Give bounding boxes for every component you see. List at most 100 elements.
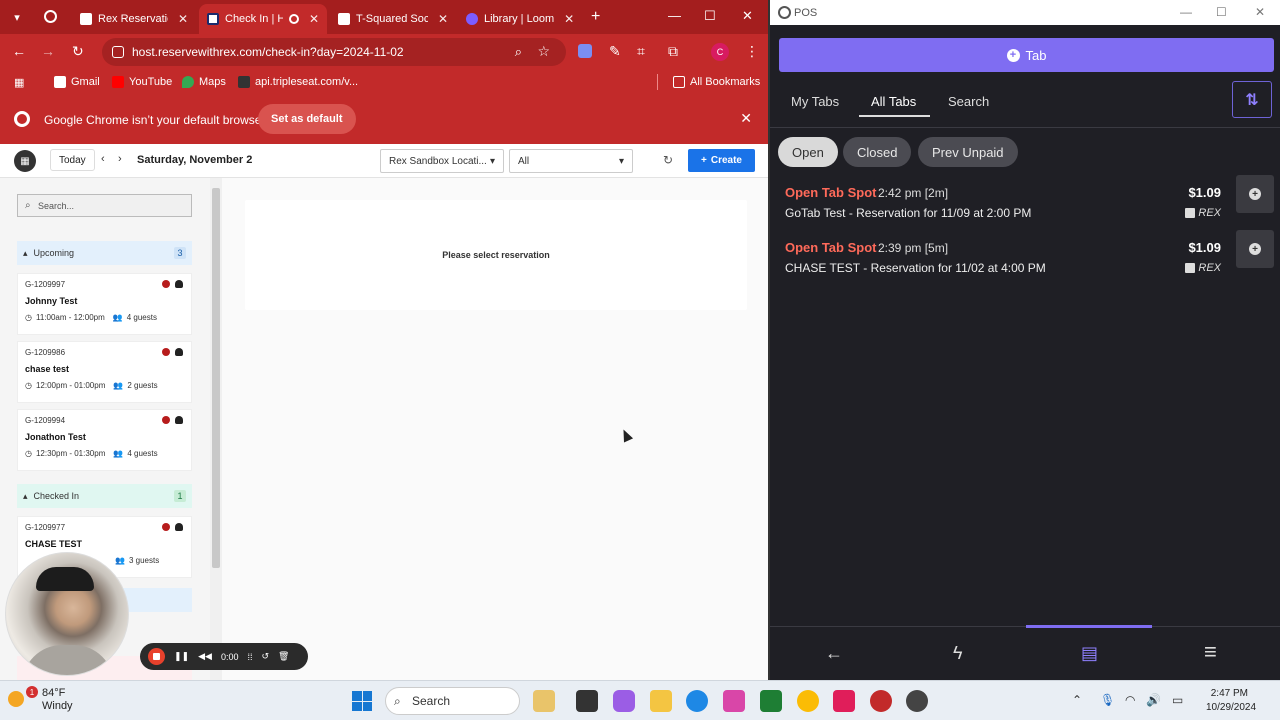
bookmark-star-icon[interactable]: ☆	[537, 43, 550, 60]
reservation-card[interactable]: G-1209997 Johnny Test ◷ 11:00am - 12:00p…	[17, 273, 192, 335]
tab-icon-record[interactable]	[44, 10, 57, 23]
scrollbar-thumb[interactable]	[212, 188, 220, 568]
rewind-icon[interactable]: ◀◀	[198, 651, 212, 662]
tab-search[interactable]: Search	[948, 94, 989, 109]
crop-extension-icon[interactable]: ⌗	[637, 43, 645, 60]
tab-my-tabs[interactable]: My Tabs	[791, 94, 839, 109]
volume-icon[interactable]: 🔊	[1146, 693, 1161, 707]
reload-icon[interactable]: ↻	[72, 43, 84, 60]
castle-app-icon[interactable]	[533, 690, 555, 712]
close-window-icon[interactable]: ✕	[1255, 5, 1265, 19]
gotab-pos-icon[interactable]	[906, 690, 928, 712]
close-tab-icon[interactable]: ✕	[438, 12, 448, 26]
sidebar-scrollbar[interactable]	[210, 178, 222, 680]
site-info-icon[interactable]	[112, 46, 124, 58]
battery-icon[interactable]: ▭	[1172, 693, 1183, 707]
pen-extension-icon[interactable]: ✎	[609, 43, 621, 60]
menu-kebab-icon[interactable]: ⋮	[745, 43, 759, 60]
excel-icon[interactable]	[760, 690, 782, 712]
task-view-icon[interactable]	[576, 690, 598, 712]
tab-all-tabs[interactable]: All Tabs	[871, 94, 916, 109]
hamburger-menu-icon[interactable]: ≡	[1204, 639, 1217, 665]
file-explorer-icon[interactable]	[650, 690, 672, 712]
zoom-icon[interactable]: ⌕	[515, 44, 522, 60]
trash-icon[interactable]: 🗑	[278, 651, 289, 662]
location-select[interactable]: Rex Sandbox Locati... ▾	[380, 149, 504, 173]
restart-icon[interactable]: ↺	[261, 651, 269, 662]
next-day-icon[interactable]: ›	[118, 153, 122, 165]
add-to-tab-button[interactable]: +	[1236, 230, 1274, 268]
new-tab-icon[interactable]: +	[591, 8, 600, 26]
close-infobar-icon[interactable]: ✕	[740, 110, 752, 127]
filter-closed[interactable]: Closed	[843, 137, 912, 167]
photos-icon[interactable]	[723, 690, 745, 712]
create-button[interactable]: + Create	[688, 149, 755, 172]
tray-overflow-icon[interactable]: ⌃	[1072, 693, 1082, 707]
filter-select[interactable]: All ▾	[509, 149, 633, 173]
profile-avatar[interactable]: C	[711, 43, 729, 61]
maximize-icon[interactable]: ☐	[704, 8, 716, 24]
copilot-icon[interactable]	[613, 690, 635, 712]
tab-rex-reservation[interactable]: Rex Reservation ✕	[72, 4, 196, 34]
close-window-icon[interactable]: ✕	[742, 8, 753, 24]
slack-icon[interactable]	[833, 690, 855, 712]
tab-t-squared[interactable]: T-Squared Soci ✕	[330, 4, 456, 34]
today-button[interactable]: Today	[50, 149, 95, 171]
chrome-profile-icon[interactable]	[870, 690, 892, 712]
section-checked-in[interactable]: ▴ Checked In 1	[17, 484, 192, 508]
search-input[interactable]: ⌕ Search...	[17, 194, 192, 217]
pause-icon[interactable]: ❚❚	[174, 651, 189, 662]
system-clock[interactable]: 2:47 PM 10/29/2024	[1206, 687, 1256, 715]
guests-icon: 👥	[113, 381, 124, 390]
close-tab-icon[interactable]: ✕	[309, 12, 319, 26]
tab-loom[interactable]: Library | Loom ✕	[458, 4, 584, 34]
new-tab-button[interactable]: + Tab	[779, 38, 1274, 72]
tab-check-in[interactable]: Check In | H ✕	[199, 4, 327, 34]
wifi-icon[interactable]: ◠	[1125, 693, 1135, 707]
extension-icon[interactable]	[578, 44, 592, 58]
reservation-card[interactable]: G-1209986 chase test ◷ 12:00pm - 01:00pm…	[17, 341, 192, 403]
minimize-icon[interactable]: —	[668, 8, 681, 23]
drag-handle-icon[interactable]: ⁞⁞	[247, 652, 252, 662]
bookmark-tripleseat[interactable]: api.tripleseat.com/v...	[238, 76, 358, 88]
lightning-icon[interactable]: ϟ	[953, 643, 963, 664]
chrome-icon[interactable]	[797, 690, 819, 712]
filter-prev-unpaid[interactable]: Prev Unpaid	[918, 137, 1018, 167]
back-icon[interactable]: ←	[12, 43, 26, 59]
close-tab-icon[interactable]: ✕	[178, 12, 188, 26]
receipt-icon[interactable]: ▤	[1081, 643, 1098, 664]
extensions-puzzle-icon[interactable]: ⧉	[668, 43, 678, 60]
minimize-icon[interactable]: —	[1180, 5, 1192, 19]
section-upcoming[interactable]: ▴ Upcoming 3	[17, 241, 192, 265]
forward-icon[interactable]: →	[41, 43, 55, 59]
back-arrow-icon[interactable]: ←	[825, 643, 843, 664]
sort-icon[interactable]: ⇅	[1232, 81, 1272, 118]
weather-widget[interactable]: 1 84°F Windy	[8, 686, 73, 713]
reservation-card[interactable]: G-1209994 Jonathon Test ◷ 12:30pm - 01:3…	[17, 409, 192, 471]
bookmark-maps[interactable]: Maps	[182, 76, 226, 88]
microphone-icon[interactable]: 🎙	[1100, 693, 1115, 707]
edge-icon[interactable]	[686, 690, 708, 712]
prev-day-icon[interactable]: ‹	[101, 153, 105, 165]
add-to-tab-button[interactable]: +	[1236, 175, 1274, 213]
maximize-icon[interactable]: ☐	[1216, 5, 1227, 19]
apps-grid-icon[interactable]: ▦	[14, 76, 24, 89]
bookmark-gmail[interactable]: Gmail	[54, 76, 100, 88]
start-button-icon[interactable]	[352, 691, 372, 711]
set-default-button[interactable]: Set as default	[258, 104, 356, 134]
tab-row[interactable]: Open Tab Spot 2:42 pm [2m] GoTab Test - …	[770, 175, 1280, 231]
webcam-overlay[interactable]	[5, 552, 129, 676]
taskbar-search[interactable]: ⌕ Search	[385, 687, 520, 715]
bookmark-youtube[interactable]: YouTube	[112, 76, 172, 88]
refresh-icon[interactable]: ↻	[663, 153, 673, 167]
app-grid-icon[interactable]: ▦	[14, 150, 36, 172]
stop-recording-button[interactable]	[148, 648, 165, 665]
tab-row[interactable]: Open Tab Spot 2:39 pm [5m] CHASE TEST - …	[770, 230, 1280, 286]
tab-search-button[interactable]: ▾	[6, 7, 28, 27]
filter-open[interactable]: Open	[778, 137, 838, 167]
reservation-flags	[162, 280, 183, 288]
close-tab-icon[interactable]: ✕	[564, 12, 574, 26]
loom-favicon-icon	[466, 13, 478, 25]
address-bar[interactable]: host.reservewithrex.com/check-in?day=202…	[102, 38, 566, 66]
all-bookmarks[interactable]: All Bookmarks	[673, 76, 760, 88]
